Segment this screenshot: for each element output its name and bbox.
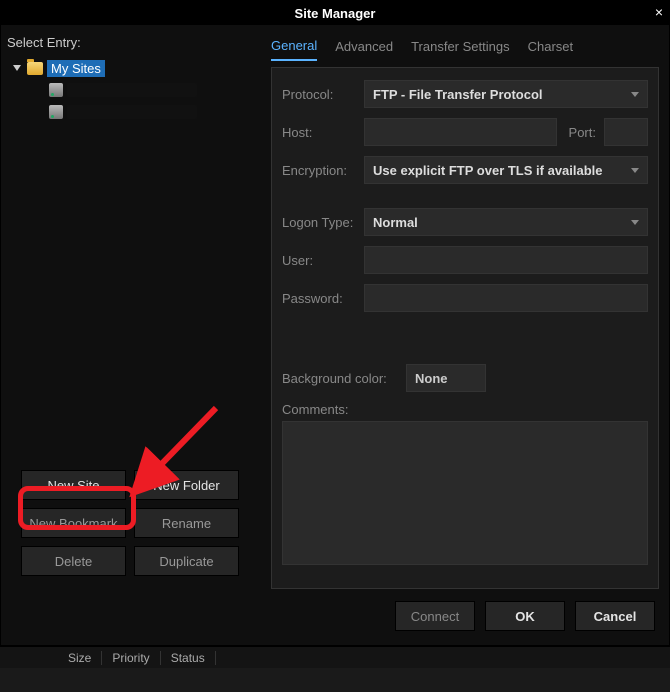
cancel-button[interactable]: Cancel	[575, 601, 655, 631]
titlebar: Site Manager ×	[1, 1, 669, 25]
server-icon	[49, 83, 63, 97]
tree-site-label-redacted	[67, 83, 197, 97]
left-panel: Select Entry: My Sites New Site	[1, 35, 251, 589]
encryption-label: Encryption:	[282, 163, 356, 178]
tab-transfer-settings[interactable]: Transfer Settings	[411, 39, 510, 60]
tree-root-row[interactable]: My Sites	[7, 58, 251, 78]
chevron-down-icon	[631, 168, 639, 173]
duplicate-button[interactable]: Duplicate	[134, 546, 239, 576]
password-label: Password:	[282, 291, 356, 306]
tree-site-item[interactable]	[7, 102, 251, 122]
delete-button[interactable]: Delete	[21, 546, 126, 576]
comments-label: Comments:	[282, 402, 348, 417]
background-color-select[interactable]: None	[406, 364, 486, 392]
select-entry-label: Select Entry:	[7, 35, 251, 50]
background-color-value: None	[415, 371, 448, 386]
password-input[interactable]	[364, 284, 648, 312]
tree-site-item[interactable]	[7, 80, 251, 100]
logon-type-value: Normal	[373, 215, 418, 230]
encryption-value: Use explicit FTP over TLS if available	[373, 163, 603, 178]
new-site-button[interactable]: New Site	[21, 470, 126, 500]
dialog-button-row: Connect OK Cancel	[1, 589, 669, 645]
status-col-status: Status	[161, 651, 216, 665]
new-folder-button[interactable]: New Folder	[134, 470, 239, 500]
protocol-value: FTP - File Transfer Protocol	[373, 87, 543, 102]
logon-type-label: Logon Type:	[282, 215, 356, 230]
user-input[interactable]	[364, 246, 648, 274]
ok-button[interactable]: OK	[485, 601, 565, 631]
tree-site-label-redacted	[67, 105, 197, 119]
status-col-priority: Priority	[102, 651, 160, 665]
connect-button[interactable]: Connect	[395, 601, 475, 631]
port-label: Port:	[569, 125, 596, 140]
general-form: Protocol: FTP - File Transfer Protocol H…	[271, 67, 659, 589]
chevron-down-icon[interactable]	[13, 65, 21, 71]
comments-textarea[interactable]	[282, 421, 648, 565]
entry-tree[interactable]: My Sites	[7, 54, 251, 464]
tab-bar: General Advanced Transfer Settings Chars…	[271, 37, 659, 63]
chevron-down-icon	[631, 220, 639, 225]
entry-button-grid: New Site New Folder New Bookmark Rename …	[7, 464, 251, 588]
protocol-label: Protocol:	[282, 87, 356, 102]
logon-type-select[interactable]: Normal	[364, 208, 648, 236]
tab-charset[interactable]: Charset	[528, 39, 574, 60]
tree-root-label[interactable]: My Sites	[47, 60, 105, 77]
host-label: Host:	[282, 125, 356, 140]
rename-button[interactable]: Rename	[134, 508, 239, 538]
site-manager-dialog: Site Manager × Select Entry: My Sites	[0, 0, 670, 646]
host-input[interactable]	[364, 118, 557, 146]
port-input[interactable]	[604, 118, 648, 146]
background-color-label: Background color:	[282, 371, 398, 386]
user-label: User:	[282, 253, 356, 268]
folder-icon	[27, 62, 43, 75]
new-bookmark-button[interactable]: New Bookmark	[21, 508, 126, 538]
right-panel: General Advanced Transfer Settings Chars…	[271, 35, 659, 589]
tab-advanced[interactable]: Advanced	[335, 39, 393, 60]
window-title: Site Manager	[295, 6, 376, 21]
status-col-size: Size	[58, 651, 102, 665]
encryption-select[interactable]: Use explicit FTP over TLS if available	[364, 156, 648, 184]
close-icon[interactable]: ×	[655, 4, 663, 20]
server-icon	[49, 105, 63, 119]
protocol-select[interactable]: FTP - File Transfer Protocol	[364, 80, 648, 108]
tab-general[interactable]: General	[271, 38, 317, 61]
chevron-down-icon	[631, 92, 639, 97]
status-bar: Size Priority Status	[0, 646, 670, 668]
